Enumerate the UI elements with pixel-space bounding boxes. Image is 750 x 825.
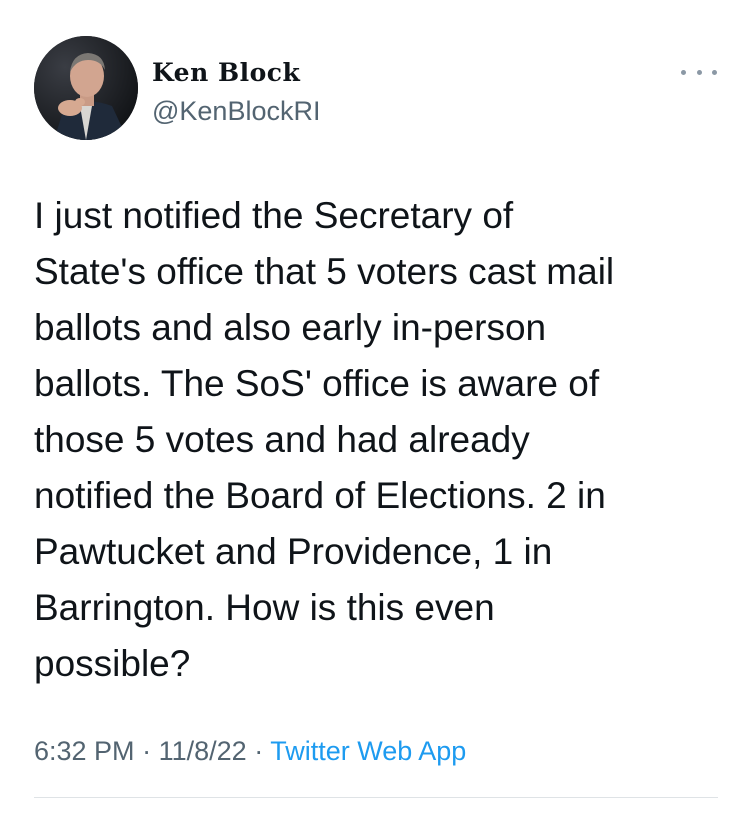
- meta-separator: ·: [142, 736, 152, 766]
- tweet-meta: 6:32 PM · 11/8/22 · Twitter Web App: [34, 736, 466, 767]
- more-dot: [712, 69, 717, 75]
- divider: [34, 797, 718, 798]
- avatar-image: [34, 36, 138, 140]
- more-horizontal-icon[interactable]: [681, 64, 717, 80]
- tweet-time[interactable]: 6:32 PM: [34, 736, 135, 766]
- meta-separator: ·: [254, 736, 264, 766]
- more-dot: [696, 69, 702, 75]
- tweet-source-link[interactable]: Twitter Web App: [270, 736, 466, 766]
- tweet-text: I just notified the Secretary of State's…: [34, 195, 615, 684]
- tweet-header: Ken Block @KenBlockRI: [0, 0, 750, 160]
- author-handle[interactable]: @KenBlockRI: [152, 96, 320, 127]
- more-dot: [681, 69, 686, 75]
- avatar[interactable]: [34, 36, 138, 140]
- tweet-date[interactable]: 11/8/22: [159, 736, 247, 766]
- author-name[interactable]: Ken Block: [152, 58, 300, 87]
